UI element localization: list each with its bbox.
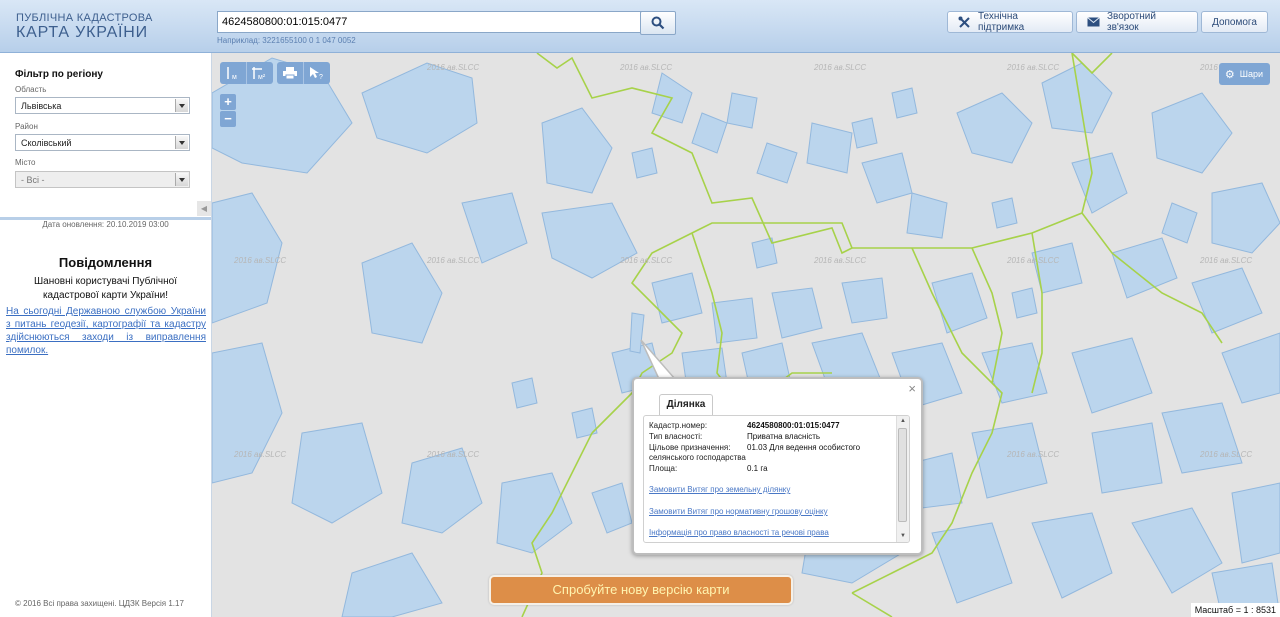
logo-line-2: КАРТА УКРАЇНИ	[16, 24, 148, 41]
sidebar: Фільтр по регіону Область Львівська Райо…	[0, 53, 212, 617]
measure-area-button[interactable]: м²	[247, 62, 273, 84]
gear-icon: ⚙	[1224, 68, 1235, 81]
map-watermark: 2016 ав.SLCC	[1200, 256, 1253, 265]
try-new-version-button[interactable]: Спробуйте нову версію карти	[489, 575, 793, 605]
scroll-down-icon[interactable]: ▼	[897, 531, 909, 542]
map-scale: Масштаб = 1 : 8531	[1190, 603, 1280, 617]
city-select-value: - Всі -	[21, 175, 45, 185]
region-select-value: Львівська	[21, 101, 62, 111]
zoom-in-button[interactable]: +	[220, 94, 236, 110]
map-canvas[interactable]: 2016 ав.SLCC 2016 ав.SLCC 2016 ав.SLCC 2…	[212, 53, 1280, 617]
chevron-down-icon	[175, 173, 188, 186]
purpose-value: 01.03 Для ведення особистого	[747, 443, 861, 452]
map-watermark: 2016 ав.SLCC	[1007, 450, 1060, 459]
map-watermark: 2016 ав.SLCC	[620, 256, 673, 265]
printer-icon	[283, 67, 297, 79]
svg-text:?: ?	[319, 74, 323, 80]
feedback-label: Зворотний зв'язок	[1107, 11, 1156, 33]
cadastral-number-value: 4624580800:01:015:0477	[747, 421, 840, 430]
map-watermark: 2016 ав.SLCC	[427, 63, 480, 72]
zoom-out-button[interactable]: −	[220, 111, 236, 127]
svg-text:м: м	[232, 74, 237, 80]
layers-label: Шари	[1239, 69, 1263, 79]
map-watermark: 2016 ав.SLCC	[427, 450, 480, 459]
city-select[interactable]: - Всі -	[15, 171, 190, 188]
layers-button[interactable]: ⚙ Шари	[1218, 63, 1270, 85]
close-icon[interactable]: ×	[908, 381, 916, 396]
district-select[interactable]: Сколівський	[15, 134, 190, 151]
measure-toolbar: м м²	[220, 62, 273, 84]
help-label: Допомога	[1212, 16, 1257, 28]
order-extract-link[interactable]: Замовити Витяг про земельну ділянку	[649, 485, 790, 494]
chevron-left-icon: ◀	[200, 204, 208, 213]
logo-line-1: ПУБЛІЧНА КАДАСТРОВА	[16, 12, 153, 24]
envelope-icon	[1087, 17, 1100, 27]
map-watermark: 2016 ав.SLCC	[234, 450, 287, 459]
cadastral-number-label: Кадастр.номер:	[649, 421, 708, 430]
order-valuation-link[interactable]: Замовити Витяг про нормативну грошову оц…	[649, 507, 828, 516]
purpose-value-continued: селянського господарства	[649, 453, 746, 462]
ownership-value: Приватна власність	[747, 432, 821, 441]
ownership-label: Тип власності:	[649, 432, 703, 441]
scroll-up-icon[interactable]: ▲	[897, 416, 909, 427]
map-watermark: 2016 ав.SLCC	[814, 63, 867, 72]
map-watermark: 2016 ав.SLCC	[427, 256, 480, 265]
parcel-info-popup: × Ділянка Кадастр.номер: 4624580800:01:0…	[632, 377, 923, 555]
measure-distance-button[interactable]: м	[220, 62, 247, 84]
print-button[interactable]	[277, 62, 304, 84]
map-watermark: 2016 ав.SLCC	[814, 256, 867, 265]
map-watermark: 2016 ав.SLCC	[1200, 450, 1253, 459]
pointer-question-icon: ?	[310, 67, 323, 80]
ruler-icon: м	[227, 67, 237, 80]
notice-title: Повідомлення	[58, 255, 153, 270]
copyright: © 2016 Всі права захищені. ЦДЗК Версія 1…	[15, 599, 184, 608]
area-value: 0.1 га	[747, 464, 768, 473]
site-logo[interactable]: ПУБЛІЧНА КАДАСТРОВА КАРТА УКРАЇНИ	[16, 12, 153, 42]
tech-support-button[interactable]: Технічна підтримка	[947, 11, 1073, 33]
map-watermark: 2016 ав.SLCC	[1007, 63, 1060, 72]
map-watermark: 2016 ав.SLCC	[234, 256, 287, 265]
search-example: Наприклад: 3221655100 0 1 047 0052	[217, 36, 356, 45]
filter-title: Фільтр по регіону	[15, 69, 103, 80]
ownership-rights-link[interactable]: Інформація про право власності та речові…	[649, 528, 829, 537]
popup-scrollbar[interactable]: ▲ ▼	[896, 416, 909, 542]
parcel-info-body: Кадастр.номер: 4624580800:01:015:0477 Ти…	[643, 415, 910, 543]
help-button[interactable]: Допомога	[1201, 11, 1268, 33]
chevron-down-icon	[175, 136, 188, 149]
map-watermark: 2016 ав.SLCC	[620, 63, 673, 72]
svg-text:м²: м²	[258, 74, 266, 80]
tab-parcel[interactable]: Ділянка	[659, 394, 713, 415]
identify-button[interactable]: ?	[304, 62, 330, 84]
tech-support-label: Технічна підтримка	[978, 11, 1025, 33]
region-label: Область	[15, 85, 47, 94]
city-label: Місто	[15, 158, 36, 167]
area-ruler-icon: м²	[252, 67, 266, 80]
region-select[interactable]: Львівська	[15, 97, 190, 114]
map-watermark: 2016 ав.SLCC	[1007, 256, 1060, 265]
search-button[interactable]	[640, 11, 676, 35]
notice-link[interactable]: На сьогодні Державною службою України з …	[6, 305, 206, 357]
feedback-button[interactable]: Зворотний зв'язок	[1076, 11, 1198, 33]
purpose-label: Цільове призначення:	[649, 443, 731, 452]
scroll-thumb[interactable]	[898, 428, 907, 522]
search-icon	[651, 16, 665, 30]
tools-icon	[958, 16, 971, 29]
district-select-value: Сколівський	[21, 138, 72, 148]
collapse-sidebar-button[interactable]: ◀	[197, 201, 211, 216]
region-filter-panel: Фільтр по регіону Область Львівська Райо…	[0, 53, 211, 220]
print-identify-toolbar: ?	[277, 62, 330, 84]
cadastral-search-input[interactable]	[217, 11, 643, 33]
header: ПУБЛІЧНА КАДАСТРОВА КАРТА УКРАЇНИ Наприк…	[0, 0, 1280, 53]
district-label: Район	[15, 122, 38, 131]
chevron-down-icon	[175, 99, 188, 112]
update-date: Дата оновлення: 20.10.2019 03:00	[42, 220, 169, 229]
popup-pointer	[640, 339, 677, 380]
area-label: Площа:	[649, 464, 678, 473]
notice-text: Шановні користувачі Публічної кадастрово…	[34, 276, 177, 301]
